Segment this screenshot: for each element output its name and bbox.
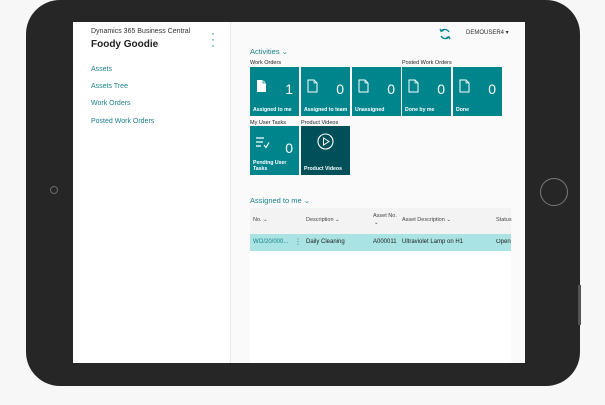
tile-label: Product Videos <box>304 166 342 172</box>
tile-unassigned[interactable]: 0 Unassigned <box>352 67 401 116</box>
assigned-work-orders-list: No. ⌄ Description ⌄ Asset No. ⌄ Asset De… <box>250 208 512 363</box>
document-outline-icon <box>408 79 419 93</box>
tile-pending-user-tasks[interactable]: 0 Pending User Tasks <box>250 126 299 175</box>
tablet-side-button <box>578 285 581 325</box>
user-menu[interactable]: DEMOUSER4 ▾ <box>466 29 509 36</box>
list-header: No. ⌄ Description ⌄ Asset No. ⌄ Asset De… <box>250 208 512 234</box>
tile-product-videos[interactable]: Product Videos <box>301 126 350 175</box>
tile-value: 1 <box>285 81 293 97</box>
tile-label: Unassigned <box>355 107 385 113</box>
tile-assigned-to-team[interactable]: 0 Assigned to team <box>301 67 350 116</box>
tile-value: 0 <box>437 81 445 97</box>
cell-asset-no: A000011 <box>373 239 397 245</box>
group-label-work-orders: Work Orders <box>250 60 282 66</box>
activities-title[interactable]: Activities ⌄ <box>250 47 288 56</box>
tile-label: Done <box>456 107 469 113</box>
cell-no[interactable]: WO/20/000... <box>253 239 288 245</box>
tile-assigned-to-me[interactable]: 1 Assigned to me <box>250 67 299 116</box>
nav-link-posted-work-orders[interactable]: Posted Work Orders <box>91 118 154 125</box>
assigned-to-me-title[interactable]: Assigned to me ⌄ <box>250 196 310 205</box>
column-header-asset-description[interactable]: Asset Description ⌄ <box>402 217 451 223</box>
refresh-icon[interactable] <box>438 27 452 41</box>
column-header-no[interactable]: No. ⌄ <box>253 217 268 223</box>
tile-value: 0 <box>387 81 395 97</box>
nav-link-work-orders[interactable]: Work Orders <box>91 100 131 107</box>
cell-status: Open <box>496 239 511 245</box>
tile-label: Done by me <box>405 107 435 113</box>
tile-done-by-me[interactable]: 0 Done by me <box>402 67 451 116</box>
document-icon <box>257 80 266 92</box>
tile-label: Assigned to me <box>253 107 292 113</box>
nav-link-assets[interactable]: Assets <box>91 66 112 73</box>
tile-value: 0 <box>285 140 293 156</box>
row-actions-icon[interactable]: ⋮ <box>294 237 302 246</box>
chevron-down-icon[interactable]: ⌄ <box>374 220 379 226</box>
nav-link-assets-tree[interactable]: Assets Tree <box>91 83 128 90</box>
task-list-icon <box>256 137 270 149</box>
tile-value: 0 <box>488 81 496 97</box>
document-outline-icon <box>358 79 369 93</box>
tile-done[interactable]: 0 Done <box>453 67 502 116</box>
app-screen: Dynamics 365 Business Central Foody Good… <box>73 22 525 363</box>
home-button <box>540 178 568 206</box>
role-center: DEMOUSER4 ▾ Activities ⌄ Work Orders Pos… <box>231 22 525 363</box>
column-header-asset-no[interactable]: Asset No. <box>373 213 397 219</box>
cell-asset-description: Ultraviolet Lamp on H1 <box>402 239 464 245</box>
document-outline-icon <box>459 79 470 93</box>
play-icon <box>317 133 334 150</box>
navigation-pane: Dynamics 365 Business Central Foody Good… <box>73 22 230 363</box>
app-name: Dynamics 365 Business Central <box>91 28 191 35</box>
more-options-icon[interactable]: · · · <box>209 27 217 51</box>
table-row[interactable]: WO/20/000... ⋮ Daily Cleaning A000011 Ul… <box>250 234 511 251</box>
tile-value: 0 <box>336 81 344 97</box>
group-label-posted-work-orders: Posted Work Orders <box>402 60 452 66</box>
camera-icon <box>50 186 58 194</box>
cell-description: Daily Cleaning <box>306 239 345 245</box>
column-header-description[interactable]: Description ⌄ <box>306 217 340 223</box>
tile-label: Pending User Tasks <box>253 160 287 172</box>
tile-label: Assigned to team <box>304 107 348 113</box>
document-outline-icon <box>307 79 318 93</box>
column-header-status[interactable]: Status <box>496 217 512 223</box>
company-name: Foody Goodie <box>91 39 159 50</box>
